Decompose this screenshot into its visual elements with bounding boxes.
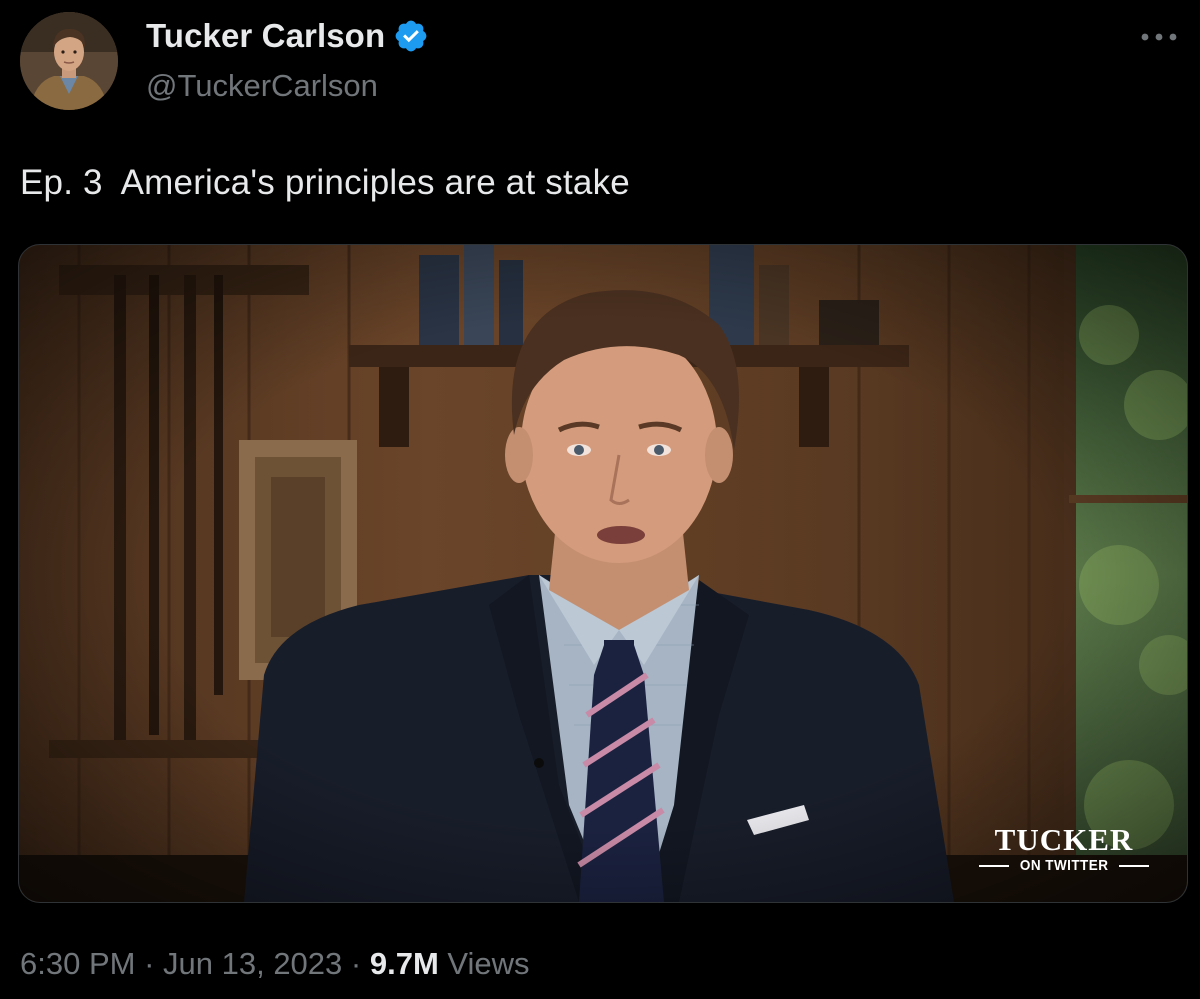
views-label: Views — [438, 946, 530, 981]
verified-badge-icon — [393, 18, 429, 54]
views-count[interactable]: 9.7M — [370, 946, 439, 981]
watermark-title: TUCKER — [994, 822, 1134, 857]
watermark-subtitle-row: ON TWITTER — [979, 857, 1150, 874]
author-info: Tucker Carlson @TuckerCarlson — [146, 14, 429, 104]
watermark-rule-left — [979, 864, 1009, 867]
tweet-meta: 6:30 PM · Jun 13, 2023 · 9.7M Views — [20, 946, 530, 982]
avatar-photo — [20, 12, 118, 110]
meta-separator: · — [342, 946, 370, 981]
video-media[interactable]: TUCKER ON TWITTER — [18, 244, 1188, 903]
tweet-text: Ep. 3 America's principles are at stake — [20, 163, 630, 202]
watermark-subtitle: ON TWITTER — [1019, 857, 1109, 874]
tweet-date[interactable]: Jun 13, 2023 — [163, 946, 342, 981]
name-row: Tucker Carlson — [146, 14, 429, 58]
watermark-rule-right — [1119, 864, 1150, 867]
tweet-time[interactable]: 6:30 PM — [20, 946, 135, 981]
video-thumbnail — [19, 245, 1187, 902]
more-horizontal-icon — [1141, 33, 1177, 41]
avatar[interactable] — [20, 12, 118, 110]
handle[interactable]: @TuckerCarlson — [146, 68, 429, 104]
more-options-button[interactable] — [1134, 22, 1184, 52]
meta-separator: · — [135, 946, 164, 981]
tucker-watermark: TUCKER ON TWITTER — [979, 822, 1150, 874]
display-name[interactable]: Tucker Carlson — [146, 17, 385, 55]
tweet: Tucker Carlson @TuckerCarlson Ep. 3 Amer… — [0, 0, 1200, 999]
